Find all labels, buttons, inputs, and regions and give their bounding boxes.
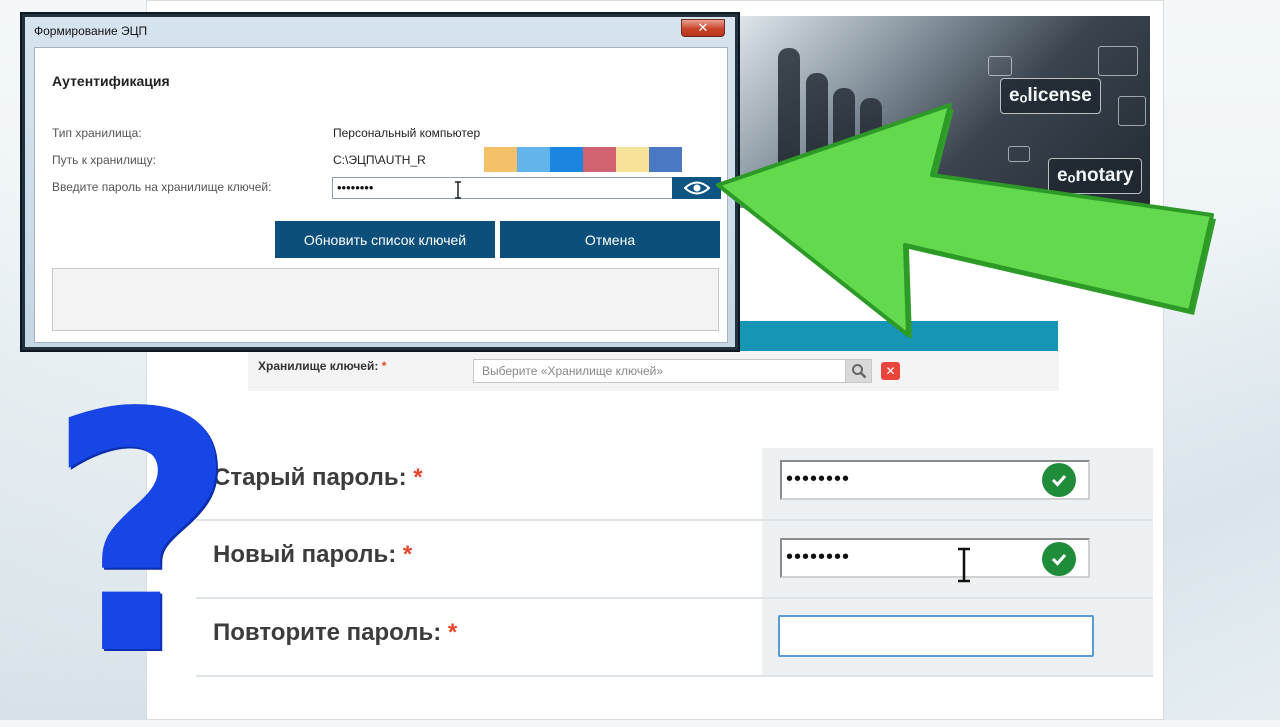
swatch [484,147,517,172]
repeat-password-label-text: Повторите пароль: [213,619,442,646]
storage-type-label: Тип хранилища: [52,126,142,140]
keystore-label-text: Хранилище ключей: [258,359,379,373]
required-mark: * [447,619,458,646]
pointer-arrow-icon [716,103,1216,339]
dialog-frame: Формирование ЭЦП ✕ Аутентификация Тип хр… [25,17,735,347]
auth-heading: Аутентификация [52,73,170,89]
deco-box [988,56,1012,76]
cancel-button[interactable]: Отмена [500,221,720,258]
required-mark: * [413,464,423,491]
swatch [649,147,682,172]
repeat-password-input[interactable] [778,615,1094,657]
keystore-label: Хранилище ключей: * [258,359,386,373]
dialog-close-button[interactable]: ✕ [681,19,725,37]
row-divider [196,519,1153,521]
text-cursor-icon [958,547,970,583]
dialog-body: Аутентификация Тип хранилища: Персональн… [34,47,728,343]
keystore-clear-button[interactable]: ✕ [881,362,900,380]
dialog-title: Формирование ЭЦП [34,24,148,38]
row-divider [196,597,1153,599]
close-icon: ✕ [885,364,896,378]
swatch [583,147,616,172]
close-icon: ✕ [697,20,709,35]
valid-check-icon [1042,542,1076,576]
old-password-label-text: Старый пароль: [213,464,407,491]
storage-path-value[interactable]: C:\ЭЦП\AUTH_R [333,153,426,167]
redaction-swatches [484,147,682,172]
old-password-label: Старый пароль: * [213,464,423,492]
swatch [550,147,583,172]
text-cursor-icon [455,181,461,199]
storage-path-label: Путь к хранилищу: [52,153,157,167]
question-mark-overlay: ? [46,343,238,727]
new-password-label: Новый пароль: * [213,541,412,569]
row-divider [196,675,1153,677]
refresh-keys-button[interactable]: Обновить список ключей [275,221,495,258]
signature-dialog: Формирование ЭЦП ✕ Аутентификация Тип хр… [20,12,740,352]
deco-box [1098,46,1138,76]
search-icon [851,364,866,379]
required-mark: * [381,359,387,373]
swatch [616,147,649,172]
keystore-password-label: Введите пароль на хранилище ключей: [52,180,272,194]
storage-type-value: Персональный компьютер [333,126,481,140]
new-password-label-text: Новый пароль: [213,541,397,568]
valid-check-icon [1042,463,1076,497]
message-area [52,268,719,331]
swatch [517,147,550,172]
keystore-select-input[interactable]: Выберите «Хранилище ключей» [473,359,846,383]
keystore-search-button[interactable] [845,359,872,383]
required-mark: * [402,541,413,568]
keystore-password-input[interactable]: •••••••• [332,177,674,199]
repeat-password-label: Повторите пароль: * [213,619,457,647]
